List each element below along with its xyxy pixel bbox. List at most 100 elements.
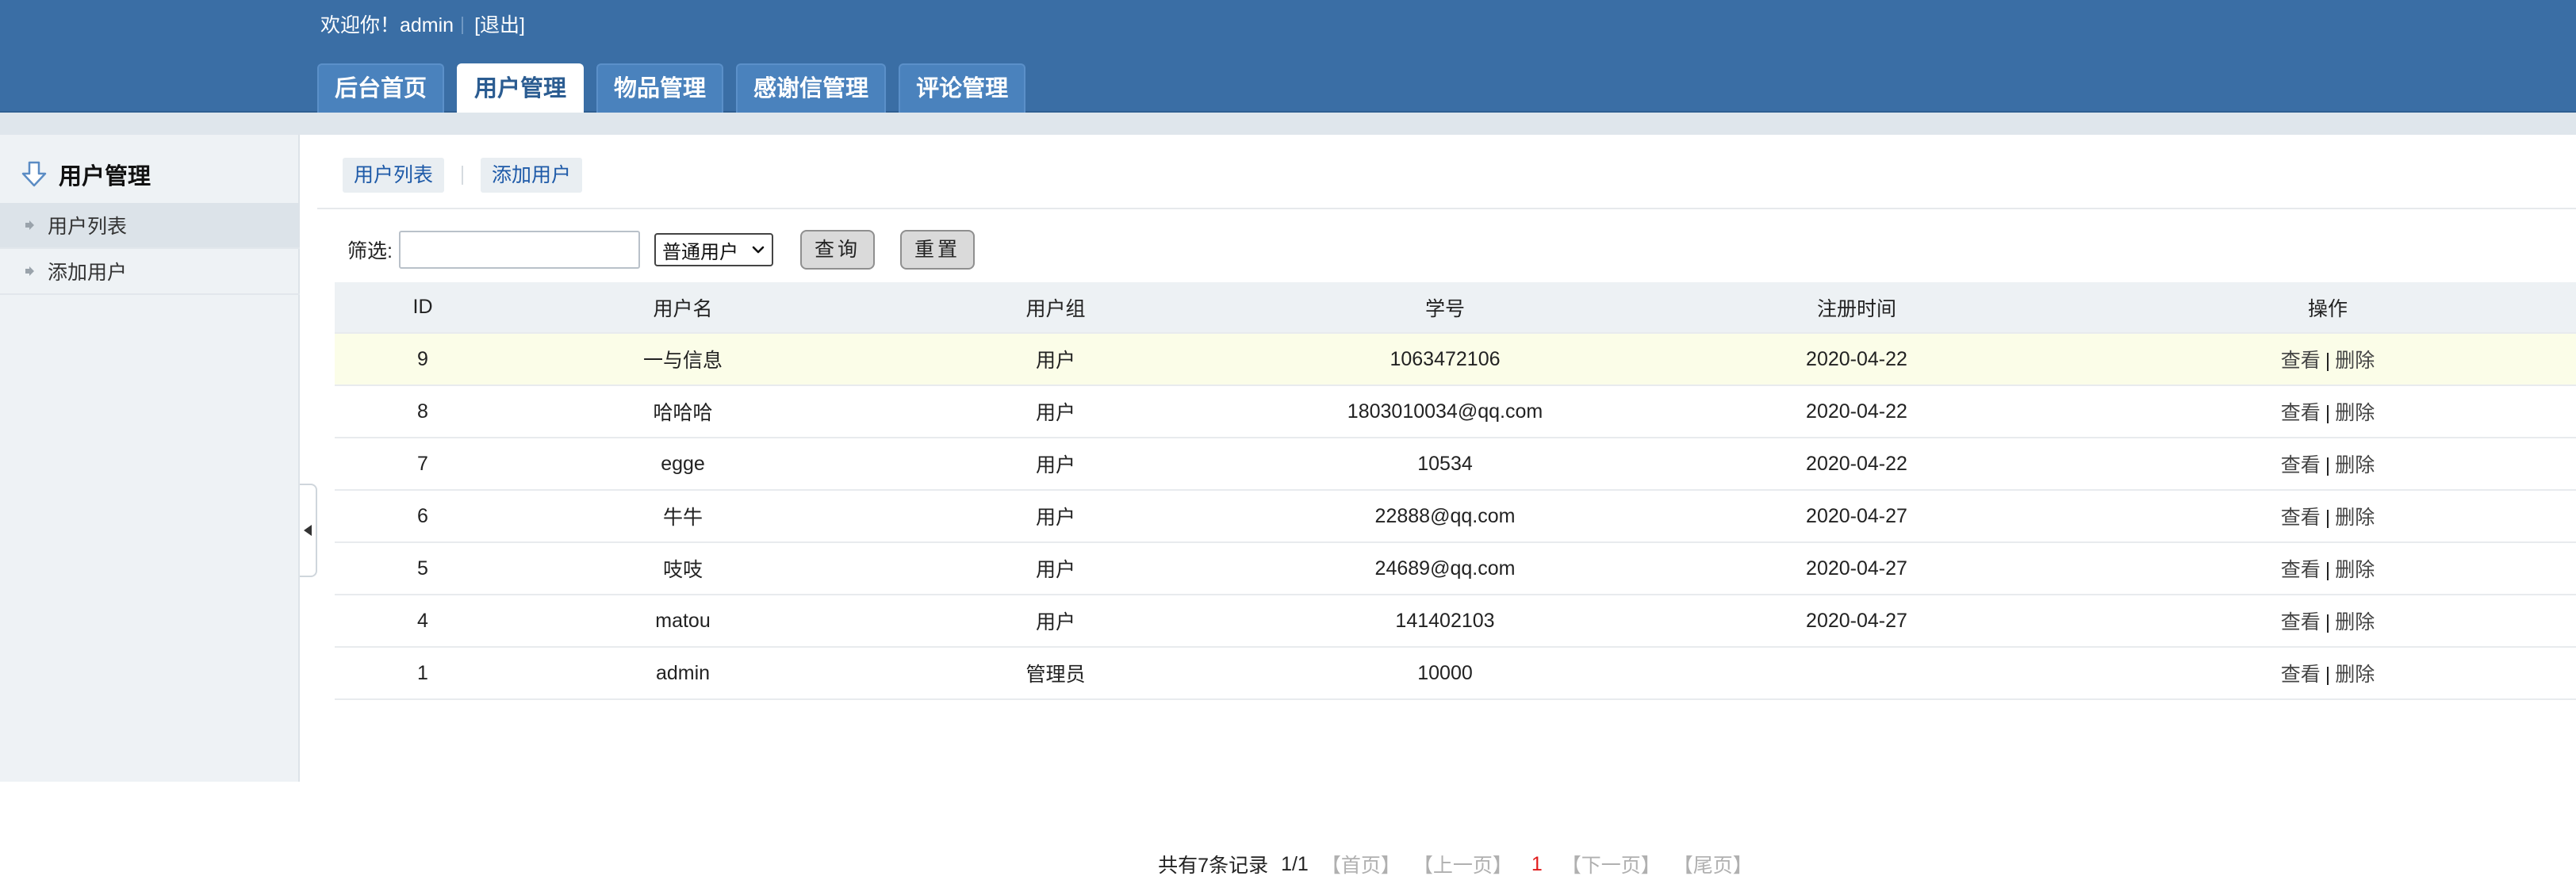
chevron-down-icon — [752, 246, 765, 254]
table-header-row: ID 用户名 用户组 学号 注册时间 操作 — [335, 282, 2576, 334]
op-separator: | — [2325, 454, 2331, 476]
table-row: 6 牛牛 用户 22888@qq.com 2020-04-27 查看 | 删除 — [335, 490, 2576, 543]
delete-link[interactable]: 删除 — [2335, 559, 2375, 581]
cell-id: 6 — [335, 490, 511, 543]
table-row: 4 matou 用户 141402103 2020-04-27 查看 | 删除 — [335, 595, 2576, 648]
cell-username: 吱吱 — [511, 542, 855, 595]
cell-actions: 查看 | 删除 — [2080, 333, 2576, 386]
column-header: 操作 — [2080, 282, 2576, 334]
cell-reg-date: 2020-04-22 — [1634, 333, 2080, 386]
cell-group: 用户 — [855, 385, 1256, 438]
column-header: 用户组 — [855, 282, 1256, 334]
delete-link[interactable]: 删除 — [2335, 664, 2375, 686]
view-link[interactable]: 查看 — [2281, 454, 2321, 476]
current-page-link[interactable]: 1 — [1531, 853, 1543, 876]
cell-username: 一与信息 — [511, 333, 855, 386]
bullet-arrow-icon — [25, 266, 34, 276]
cell-username: 哈哈哈 — [511, 385, 855, 438]
delete-link[interactable]: 删除 — [2335, 402, 2375, 424]
arrow-down-icon — [21, 161, 47, 187]
cell-actions: 查看 | 删除 — [2080, 385, 2576, 438]
cell-actions: 查看 | 删除 — [2080, 490, 2576, 543]
cell-student-id: 1803010034@qq.com — [1256, 385, 1634, 438]
cell-id: 4 — [335, 595, 511, 648]
view-link[interactable]: 查看 — [2281, 611, 2321, 633]
cell-id: 9 — [335, 333, 511, 386]
header-bar: 欢迎你！admin [退出] 后台首页 用户管理 物品管理 感谢信管理 评论管理 — [0, 0, 2576, 113]
op-separator: | — [2325, 559, 2331, 581]
cell-group: 用户 — [855, 333, 1256, 386]
sidebar-header: 用户管理 — [19, 159, 151, 190]
view-link[interactable]: 查看 — [2281, 664, 2321, 686]
delete-link[interactable]: 删除 — [2335, 350, 2375, 372]
column-header: 学号 — [1256, 282, 1634, 334]
delete-link[interactable]: 删除 — [2335, 454, 2375, 476]
divider — [317, 208, 2576, 209]
cell-actions: 查看 | 删除 — [2080, 595, 2576, 648]
view-link[interactable]: 查看 — [2281, 507, 2321, 529]
query-button[interactable]: 查询 — [799, 230, 875, 270]
table-row: 5 吱吱 用户 24689@qq.com 2020-04-27 查看 | 删除 — [335, 542, 2576, 595]
cell-reg-date — [1634, 647, 2080, 700]
main-content: 用户列表 添加用户 筛选: 普通用户 查询 重置 ID 用户名 用户组 学号 注… — [317, 135, 2576, 877]
header-underbar — [0, 113, 2576, 135]
op-separator: | — [2325, 664, 2331, 686]
sidebar-title: 用户管理 — [59, 164, 151, 189]
cell-student-id: 10534 — [1256, 438, 1634, 491]
sidebar-collapse-handle[interactable] — [300, 484, 317, 577]
sidebar-item-label: 添加用户 — [48, 262, 128, 284]
record-count: 共有7条记录 — [1158, 855, 1269, 877]
column-header: ID — [335, 282, 511, 334]
table-row: 1 admin 管理员 10000 查看 | 删除 — [335, 647, 2576, 700]
cell-student-id: 22888@qq.com — [1256, 490, 1634, 543]
op-separator: | — [2325, 611, 2331, 633]
filter-bar: 筛选: 普通用户 查询 重置 — [347, 227, 975, 273]
filter-input[interactable] — [398, 231, 640, 269]
tab-item-management[interactable]: 物品管理 — [596, 63, 724, 113]
cell-actions: 查看 | 删除 — [2080, 438, 2576, 491]
delete-link[interactable]: 删除 — [2335, 611, 2375, 633]
cell-username: 牛牛 — [511, 490, 855, 543]
sidebar-item-add-user[interactable]: 添加用户 — [0, 249, 300, 295]
cell-username: admin — [511, 647, 855, 700]
cell-id: 5 — [335, 542, 511, 595]
cell-group: 管理员 — [855, 647, 1256, 700]
pagination: 共有7条记录 1/1 【首页】 【上一页】 1 【下一页】 【尾页】 — [335, 848, 2576, 880]
logout-link[interactable]: [退出] — [474, 14, 525, 36]
next-page-link[interactable]: 【下一页】 — [1562, 850, 1661, 878]
main-nav: 后台首页 用户管理 物品管理 感谢信管理 评论管理 — [317, 63, 1026, 113]
tab-dashboard[interactable]: 后台首页 — [317, 63, 445, 113]
table-row: 9 一与信息 用户 1063472106 2020-04-22 查看 | 删除 — [335, 333, 2576, 386]
cell-id: 1 — [335, 647, 511, 700]
view-link[interactable]: 查看 — [2281, 402, 2321, 424]
view-link[interactable]: 查看 — [2281, 350, 2321, 372]
cell-username: matou — [511, 595, 855, 648]
cell-group: 用户 — [855, 542, 1256, 595]
triangle-left-icon — [304, 525, 312, 536]
tab-user-management[interactable]: 用户管理 — [457, 63, 585, 113]
delete-link[interactable]: 删除 — [2335, 507, 2375, 529]
cell-group: 用户 — [855, 490, 1256, 543]
divider — [462, 166, 464, 185]
user-table: ID 用户名 用户组 学号 注册时间 操作 9 一与信息 用户 10634721… — [335, 282, 2576, 700]
user-table-wrap: ID 用户名 用户组 学号 注册时间 操作 9 一与信息 用户 10634721… — [335, 282, 2576, 877]
subtab-add-user[interactable]: 添加用户 — [481, 158, 583, 193]
cell-student-id: 141402103 — [1256, 595, 1634, 648]
first-page-link[interactable]: 【首页】 — [1321, 850, 1401, 878]
user-type-select[interactable]: 普通用户 — [654, 233, 773, 266]
cell-group: 用户 — [855, 595, 1256, 648]
cell-student-id: 1063472106 — [1256, 333, 1634, 386]
reset-button[interactable]: 重置 — [899, 230, 975, 270]
cell-id: 8 — [335, 385, 511, 438]
column-header: 用户名 — [511, 282, 855, 334]
subtab-user-list[interactable]: 用户列表 — [343, 158, 445, 193]
op-separator: | — [2325, 507, 2331, 529]
tab-thanks-letter-management[interactable]: 感谢信管理 — [736, 63, 887, 113]
sub-tabs: 用户列表 添加用户 — [343, 157, 583, 193]
tab-comment-management[interactable]: 评论管理 — [899, 63, 1026, 113]
last-page-link[interactable]: 【尾页】 — [1673, 850, 1753, 878]
view-link[interactable]: 查看 — [2281, 559, 2321, 581]
sidebar-item-user-list[interactable]: 用户列表 — [0, 203, 300, 249]
prev-page-link[interactable]: 【上一页】 — [1413, 850, 1512, 878]
divider — [462, 17, 464, 34]
